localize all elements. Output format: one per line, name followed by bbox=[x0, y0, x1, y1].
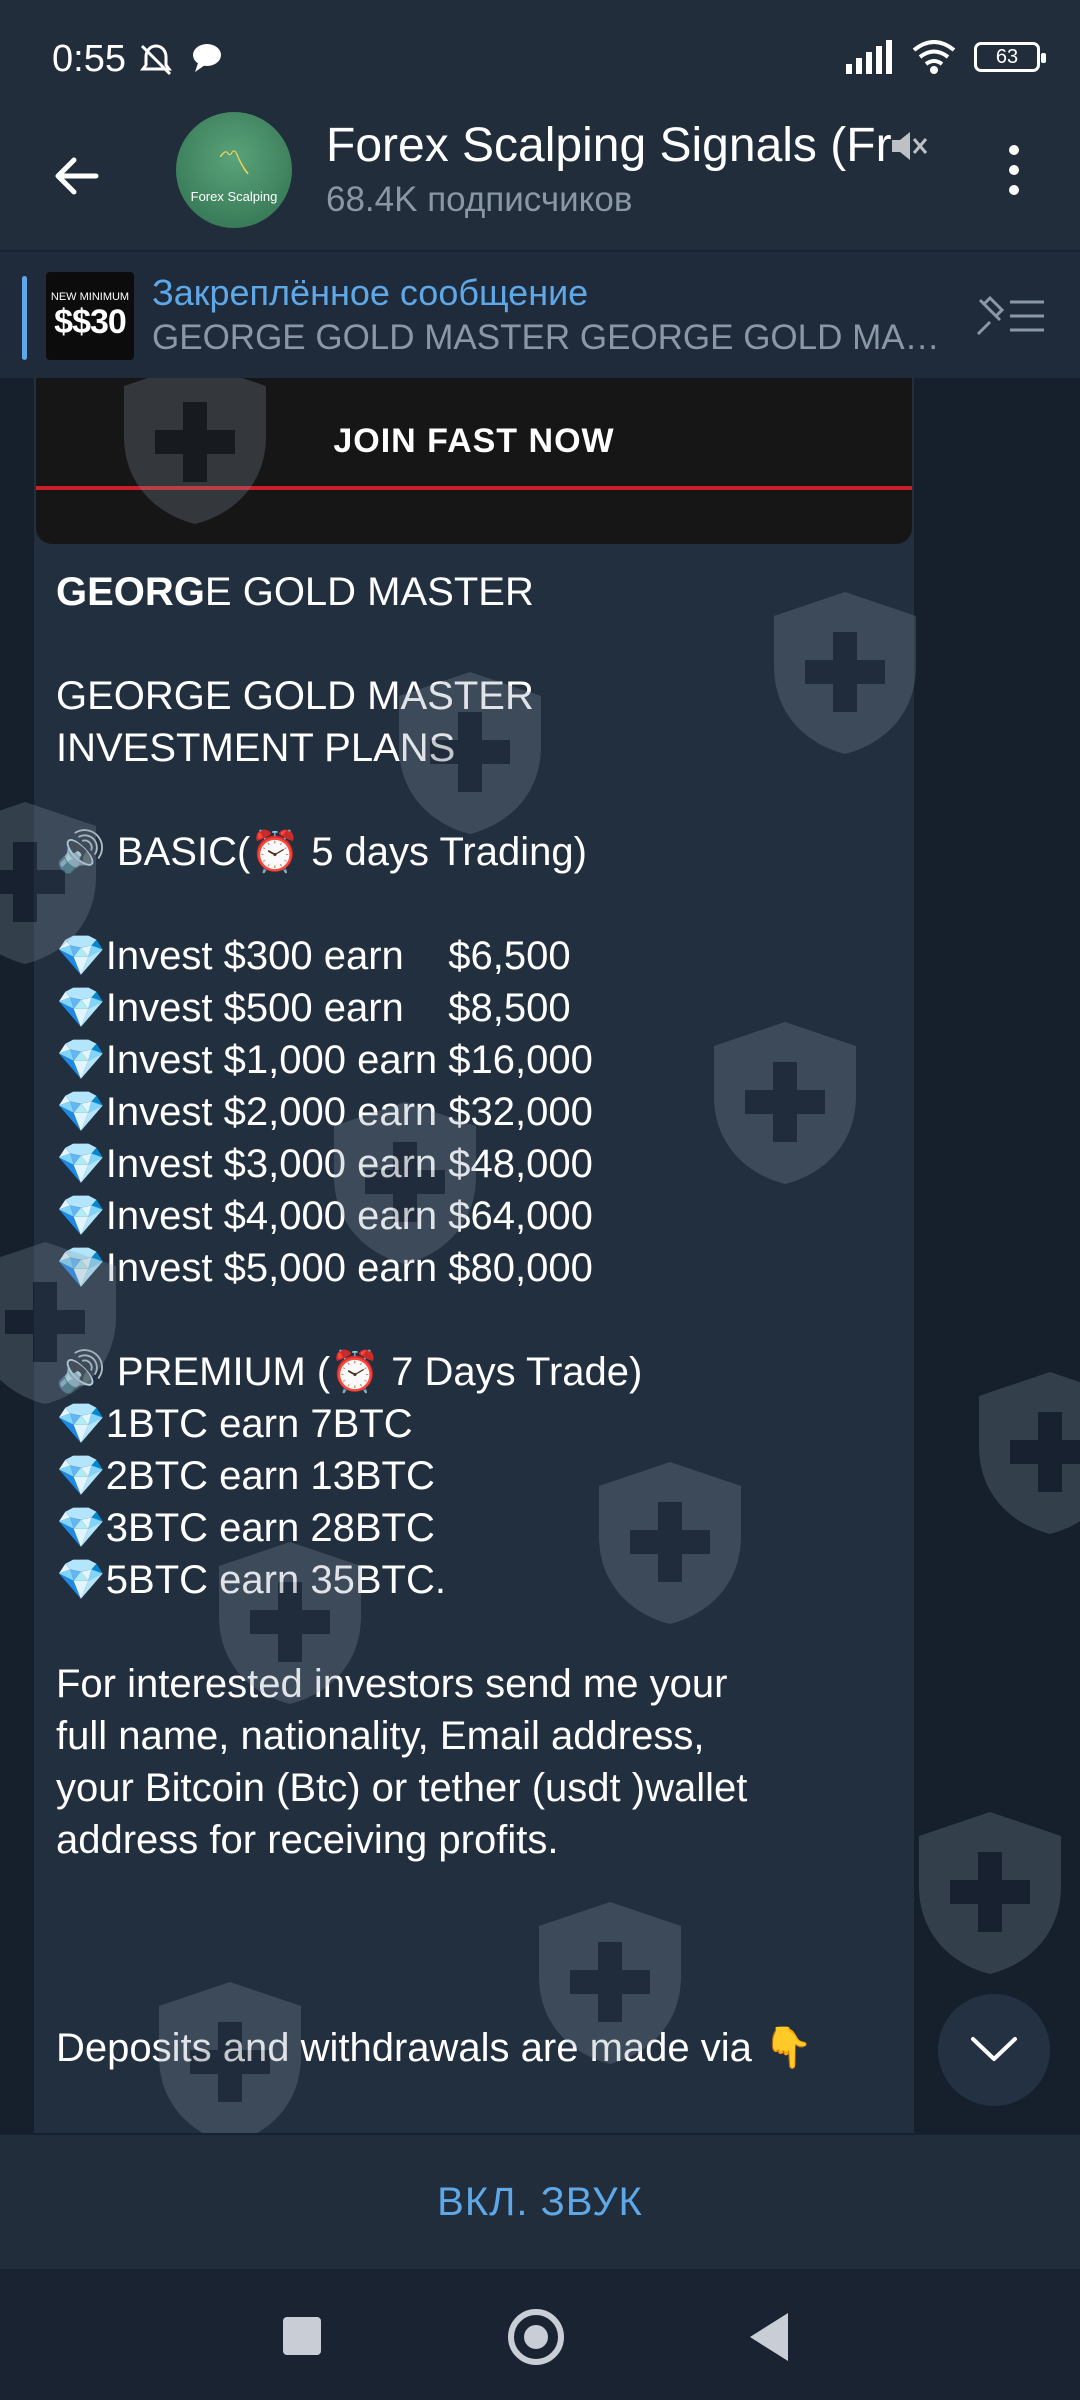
media-caption: JOIN FAST NOW bbox=[333, 422, 615, 460]
msg-paragraph-line: your Bitcoin (Btc) or tether (usdt )wall… bbox=[56, 1766, 748, 1810]
message-text: GEORGE GOLD MASTER GEORGE GOLD MASTER IN… bbox=[56, 566, 906, 2074]
msg-title-bold: GEORG bbox=[56, 570, 205, 614]
thumb-line1: NEW MINIMUM bbox=[50, 290, 130, 303]
unmute-button[interactable]: ВКЛ. ЗВУК bbox=[437, 2180, 643, 2225]
battery-level: 63 bbox=[995, 45, 1019, 68]
message-media[interactable]: JOIN FAST NOW bbox=[36, 378, 912, 544]
basic-plan-heading: 🔊 BASIC(⏰ 5 days Trading) bbox=[56, 830, 587, 874]
bottom-bar: ВКЛ. ЗВУК bbox=[0, 2133, 1080, 2269]
basic-plan-item: 💎Invest $2,000 earn $32,000 bbox=[56, 1090, 593, 1134]
msg-line: GEORGE GOLD MASTER bbox=[56, 674, 534, 718]
chevron-down-icon bbox=[971, 2037, 1017, 2061]
channel-avatar[interactable]: 〽 Forex Scalping bbox=[176, 112, 292, 228]
channel-title[interactable]: Forex Scalping Signals (Fr bbox=[326, 118, 946, 173]
shield-plus-icon bbox=[979, 1372, 1080, 1534]
basic-plan-item: 💎Invest $500 earn $8,500 bbox=[56, 986, 571, 1030]
chart-logo-icon: 〽 bbox=[217, 144, 251, 184]
thumb-line2: $$30 bbox=[54, 302, 127, 341]
system-nav-bar bbox=[0, 2269, 1080, 2400]
back-triangle-button[interactable] bbox=[750, 2313, 788, 2361]
basic-plan-item: 💎Invest $4,000 earn $64,000 bbox=[56, 1194, 593, 1238]
shield-plus-icon bbox=[919, 1812, 1061, 1974]
premium-plan-item: 💎2BTC earn 13BTC bbox=[56, 1454, 435, 1498]
msg-line: INVESTMENT PLANS bbox=[56, 726, 456, 770]
avatar-text: Forex Scalping bbox=[190, 189, 278, 204]
battery-icon: 63 bbox=[974, 42, 1046, 72]
basic-plan-item: 💎Invest $5,000 earn $80,000 bbox=[56, 1246, 593, 1290]
pinned-indicator bbox=[22, 276, 27, 360]
deposits-line: Deposits and withdrawals are made via 👇 bbox=[56, 2026, 813, 2070]
scroll-down-button[interactable] bbox=[938, 1994, 1050, 2106]
msg-title-rest: E GOLD MASTER bbox=[204, 570, 534, 614]
wifi-icon bbox=[912, 40, 956, 74]
mute-notification-icon bbox=[140, 44, 172, 76]
msg-paragraph-line: full name, nationality, Email address, bbox=[56, 1714, 705, 1758]
premium-plan-heading: 🔊 PREMIUM (⏰ 7 Days Trade) bbox=[56, 1350, 643, 1394]
signal-icon bbox=[846, 40, 892, 74]
status-time: 0:55 bbox=[52, 38, 126, 80]
basic-plan-item: 💎Invest $3,000 earn $48,000 bbox=[56, 1142, 593, 1186]
subscriber-count: 68.4K подписчиков bbox=[326, 180, 633, 219]
muted-speaker-icon bbox=[892, 132, 928, 160]
pinned-text: GEORGE GOLD MASTER GEORGE GOLD MA… bbox=[152, 318, 940, 357]
recents-button[interactable] bbox=[283, 2317, 321, 2355]
message-bubble[interactable]: JOIN FAST NOW GEORGE GOLD MASTER GEORGE … bbox=[34, 378, 914, 2133]
pinned-list-icon[interactable] bbox=[976, 294, 1046, 340]
pinned-label: Закреплённое сообщение bbox=[152, 272, 589, 313]
chat-bubble-icon bbox=[193, 44, 221, 72]
basic-plan-item: 💎Invest $300 earn $6,500 bbox=[56, 934, 571, 978]
basic-plan-item: 💎Invest $1,000 earn $16,000 bbox=[56, 1038, 593, 1082]
msg-paragraph-line: For interested investors send me your bbox=[56, 1662, 728, 1706]
chat-area: JOIN FAST NOW GEORGE GOLD MASTER GEORGE … bbox=[0, 378, 1080, 2133]
back-arrow-icon[interactable] bbox=[50, 150, 102, 202]
pinned-thumbnail: NEW MINIMUM $$30 bbox=[46, 272, 134, 360]
pinned-message-bar[interactable]: NEW MINIMUM $$30 Закреплённое сообщение … bbox=[0, 250, 1080, 378]
chat-header: 〽 Forex Scalping Forex Scalping Signals … bbox=[0, 100, 1080, 250]
msg-paragraph-line: address for receiving profits. bbox=[56, 1818, 559, 1862]
premium-plan-item: 💎1BTC earn 7BTC bbox=[56, 1402, 413, 1446]
premium-plan-item: 💎5BTC earn 35BTC. bbox=[56, 1558, 446, 1602]
home-button[interactable] bbox=[508, 2309, 564, 2365]
more-options-icon[interactable] bbox=[996, 140, 1032, 200]
media-divider bbox=[36, 486, 912, 490]
premium-plan-item: 💎3BTC earn 28BTC bbox=[56, 1506, 435, 1550]
